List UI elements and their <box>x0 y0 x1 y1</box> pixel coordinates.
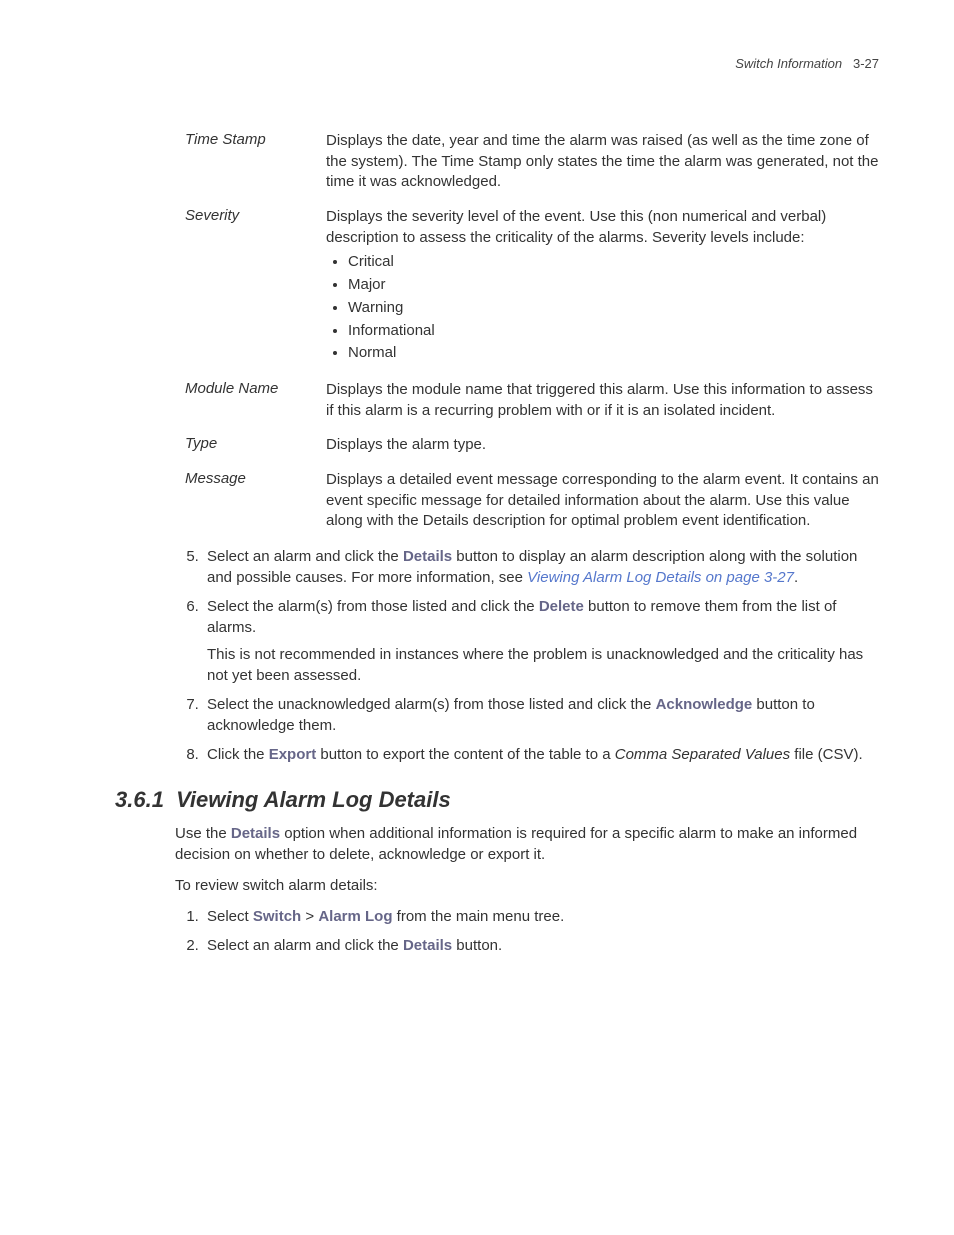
section-sub: To review switch alarm details: <box>175 875 879 896</box>
definition-description: Displays the alarm type. <box>326 435 879 456</box>
button-reference: Export <box>269 746 317 763</box>
definition-term: Module Name <box>185 380 326 397</box>
step-item: Select the alarm(s) from those listed an… <box>203 596 879 686</box>
definition-row: SeverityDisplays the severity level of t… <box>185 207 879 366</box>
step-item: Select the unacknowledged alarm(s) from … <box>203 694 879 736</box>
severity-level-item: Warning <box>348 298 879 319</box>
definition-row: TypeDisplays the alarm type. <box>185 435 879 456</box>
button-reference: Details <box>403 548 452 565</box>
details-option: Details <box>231 825 280 842</box>
step-item: Select an alarm and click the Details bu… <box>203 935 879 956</box>
section-title: Viewing Alarm Log Details <box>176 787 451 812</box>
menu-reference: Switch <box>253 908 301 925</box>
header-page-number: 3-27 <box>853 56 879 71</box>
menu-reference: Alarm Log <box>318 908 392 925</box>
step-item: Select an alarm and click the Details bu… <box>203 546 879 588</box>
definition-row: Module NameDisplays the module name that… <box>185 380 879 421</box>
definition-row: Time StampDisplays the date, year and ti… <box>185 131 879 193</box>
emphasis-text: Comma Separated Values <box>615 746 790 763</box>
page-header: Switch Information 3-27 <box>115 56 879 71</box>
section-number: 3.6.1 <box>115 787 164 812</box>
definition-description: Displays the severity level of the event… <box>326 207 879 366</box>
section-heading: 3.6.1 Viewing Alarm Log Details <box>115 787 879 813</box>
definition-term: Message <box>185 470 326 487</box>
step-note: This is not recommended in instances whe… <box>207 644 879 686</box>
definition-description: Displays the date, year and time the ala… <box>326 131 879 193</box>
definition-description: Displays a detailed event message corres… <box>326 470 879 532</box>
severity-level-item: Normal <box>348 343 879 364</box>
menu-reference: Details <box>403 937 452 954</box>
cross-reference-link[interactable]: Viewing Alarm Log Details on page 3-27 <box>527 569 794 586</box>
severity-level-item: Critical <box>348 252 879 273</box>
definition-term: Type <box>185 435 326 452</box>
step-item: Select Switch > Alarm Log from the main … <box>203 906 879 927</box>
definition-table: Time StampDisplays the date, year and ti… <box>185 131 879 532</box>
step-item: Click the Export button to export the co… <box>203 744 879 765</box>
definition-term: Time Stamp <box>185 131 326 148</box>
definition-term: Severity <box>185 207 326 224</box>
section-intro: Use the Details option when additional i… <box>175 823 879 865</box>
definition-description: Displays the module name that triggered … <box>326 380 879 421</box>
button-reference: Acknowledge <box>656 696 753 713</box>
severity-level-item: Major <box>348 275 879 296</box>
button-reference: Delete <box>539 598 584 615</box>
review-steps: Select Switch > Alarm Log from the main … <box>185 906 879 956</box>
severity-level-item: Informational <box>348 321 879 342</box>
definition-row: MessageDisplays a detailed event message… <box>185 470 879 532</box>
header-title: Switch Information <box>735 56 842 71</box>
procedure-steps: Select an alarm and click the Details bu… <box>185 546 879 765</box>
